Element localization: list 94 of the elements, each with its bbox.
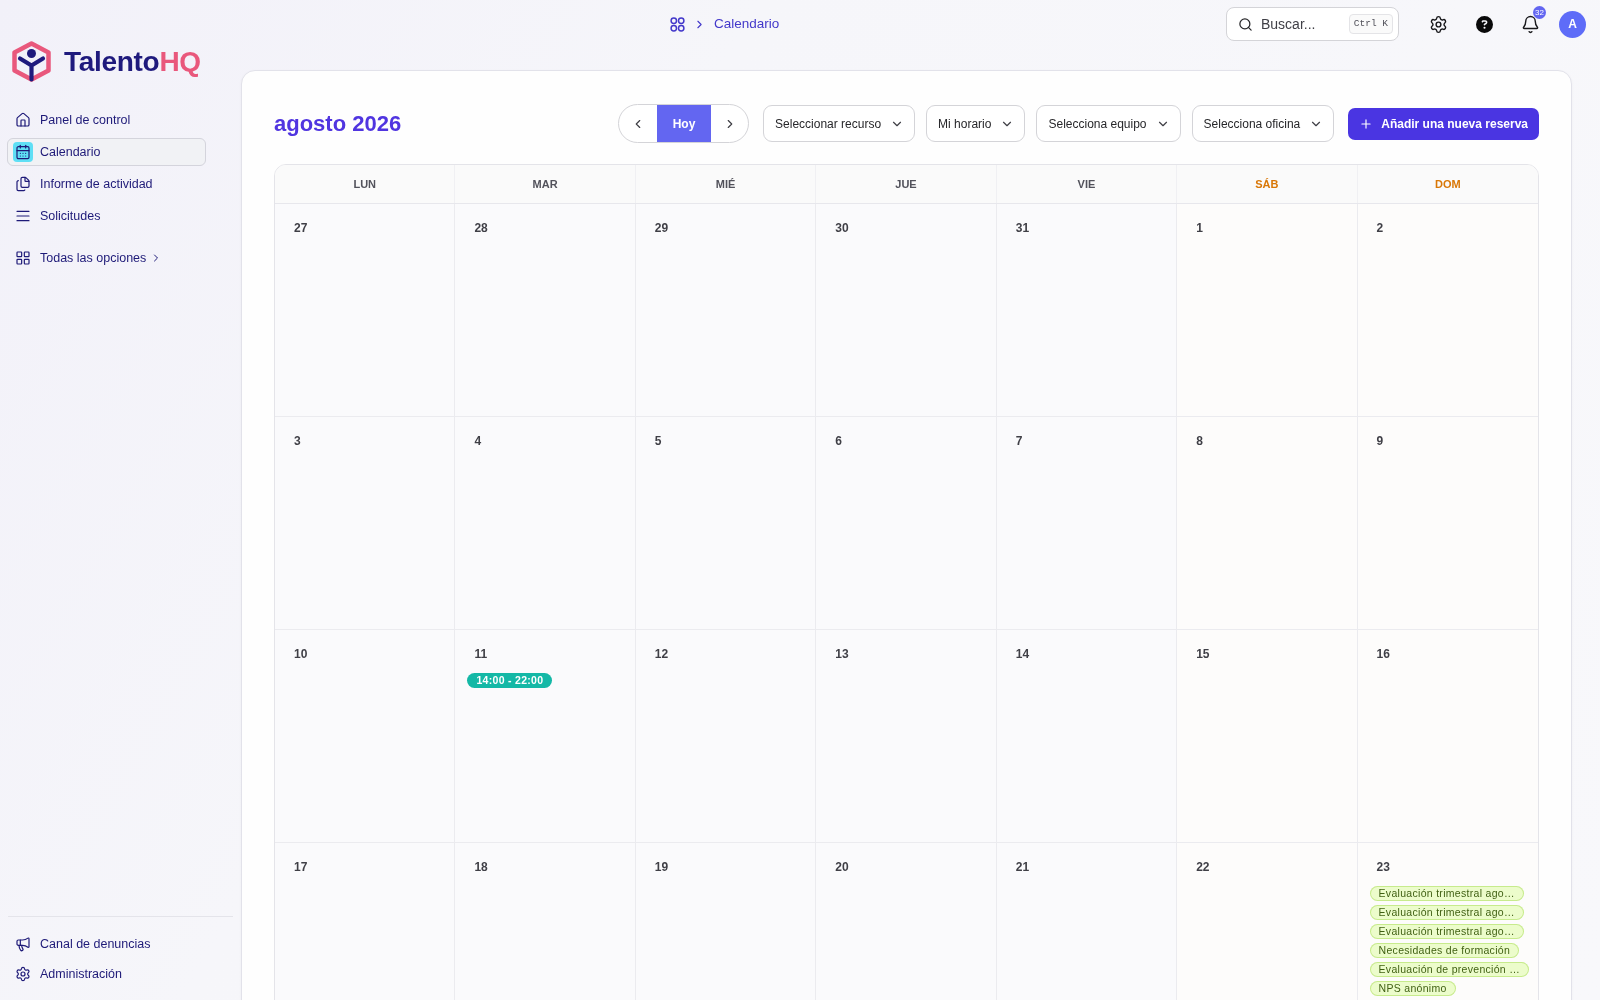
day-number: 11 [474,646,488,662]
day-number: 29 [654,220,669,236]
day-number: 23 [1376,859,1390,875]
day-number: 6 [835,433,842,449]
day-cell[interactable]: 21 [996,843,1178,1000]
day-cell[interactable]: 4 [455,417,636,629]
day-number: 10 [294,646,308,662]
day-cell[interactable]: 30 [816,204,997,416]
day-number: 19 [654,859,669,875]
day-cell[interactable]: 11 14:00 - 22:00 [455,630,636,842]
day-number: 3 [294,433,301,449]
sidebar-item[interactable]: Todas las opciones [7,244,206,272]
day-cell[interactable]: 31 [996,204,1178,416]
day-cell[interactable]: 18 [455,843,636,1000]
add-booking-button[interactable]: Añadir una nueva reserva [1348,107,1539,140]
weekday-header: JUE [816,165,997,203]
calendar-icon [13,142,33,162]
sidebar-item[interactable]: Calendario [7,138,206,166]
sidebar-item[interactable]: Panel de control [7,106,206,134]
day-number: 15 [1196,646,1210,662]
day-number: 16 [1376,646,1390,662]
home-icon [15,112,31,128]
grid-icon [15,250,31,266]
day-cell[interactable]: 17 [275,843,456,1000]
sidebar-item[interactable]: Administración [7,960,206,988]
day-cell[interactable]: 10 [275,630,456,842]
megaphone-icon [15,936,31,952]
month-title: agosto 2026 [274,110,402,138]
day-number: 1 [1196,220,1203,236]
logo-icon [12,41,51,82]
day-number: 17 [294,859,308,875]
event-chip[interactable]: Evaluación trimestral ago… [1369,905,1524,920]
grid-icon[interactable] [670,16,685,32]
day-number: 28 [474,220,488,236]
day-cell[interactable]: 5 [635,417,817,629]
event-chip[interactable]: NPS anónimo [1369,981,1456,996]
day-number: 7 [1015,433,1023,449]
day-number: 2 [1376,220,1384,236]
day-number: 8 [1196,433,1203,449]
day-cell[interactable]: 28 [455,204,636,416]
day-number: 30 [835,220,849,236]
day-cell[interactable]: 14 [996,630,1178,842]
event-chip[interactable]: Evaluación trimestral ago… [1369,924,1524,939]
documents-icon [15,176,31,192]
day-number: 13 [835,646,849,662]
day-cell[interactable]: 29 [635,204,817,416]
day-cell[interactable]: 6 [816,417,997,629]
help-icon[interactable] [1476,15,1493,33]
day-number: 22 [1196,859,1210,875]
notification-badge: 32 [1533,5,1546,19]
day-cell[interactable]: 13 [816,630,997,842]
sidebar-item[interactable]: Informe de actividad [7,170,206,198]
filter-dropdown[interactable]: Selecciona equipo [1036,105,1181,142]
plus-icon [1359,116,1374,131]
filter-dropdown[interactable]: Seleccionar recurso [763,105,916,142]
weekday-header: MIÉ [635,165,817,203]
day-cell[interactable]: 20 [816,843,997,1000]
day-number: 27 [294,220,308,236]
day-number: 31 [1015,220,1030,236]
weekday-header: LUN [275,165,456,203]
settings-icon [15,966,31,982]
weekday-header: MAR [455,165,636,203]
day-number: 9 [1376,433,1384,449]
day-number: 21 [1015,859,1030,875]
event-chip[interactable]: Evaluación de prevención … [1369,962,1530,977]
sidebar-item[interactable]: Canal de denuncias [7,930,206,958]
weekday-header: DOM [1433,176,1462,192]
filter-dropdown[interactable]: Mi horario [926,105,1026,142]
day-number: 4 [474,433,482,449]
weekday-header: SÁB [1177,165,1358,203]
today-button[interactable]: Hoy [657,105,712,142]
day-cell[interactable]: 27 [275,204,456,416]
breadcrumb-current: Calendario [714,14,780,33]
bell-icon[interactable] [1521,14,1540,34]
day-number: 14 [1015,646,1030,662]
filter-dropdown[interactable]: Selecciona oficina [1191,105,1335,142]
day-cell[interactable]: 19 [635,843,817,1000]
search-icon [1238,17,1253,32]
day-cell[interactable]: 3 [275,417,456,629]
weekday-header: VIE [996,165,1178,203]
logo-text: TalentoHQ [64,47,201,76]
shortcut-key: Ctrl K [1348,14,1393,34]
day-number: 5 [654,433,662,449]
settings-icon[interactable] [1429,14,1448,34]
list-icon [15,208,31,224]
day-number: 20 [835,859,849,875]
event-chip[interactable]: Necesidades de formación [1369,943,1520,958]
day-number: 18 [474,859,488,875]
day-cell[interactable]: 12 [635,630,817,842]
day-number: 12 [654,646,669,662]
sidebar-item[interactable]: Solicitudes [7,202,206,230]
event-chip[interactable]: Evaluación trimestral ago… [1369,886,1524,901]
avatar[interactable]: A [1559,10,1586,38]
day-cell[interactable]: 7 [996,417,1178,629]
